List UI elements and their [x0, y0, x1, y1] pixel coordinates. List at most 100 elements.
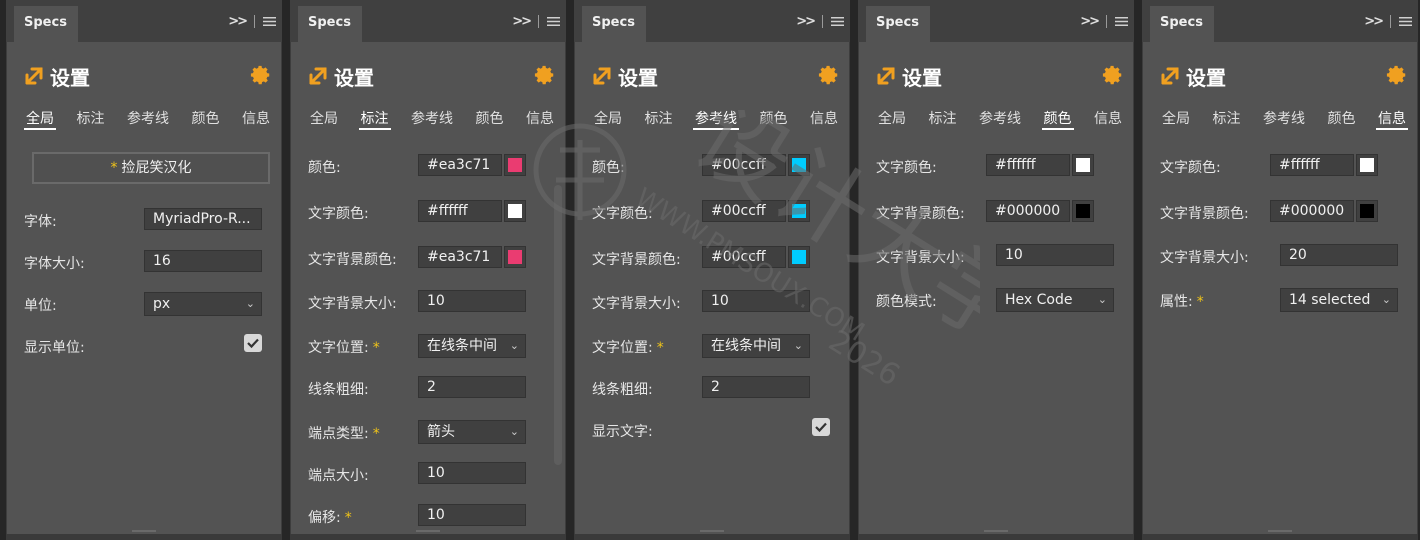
color-input[interactable]: #00ccff [702, 154, 786, 176]
checkbox[interactable] [244, 334, 262, 352]
subtab-0[interactable]: 全局 [1160, 108, 1192, 130]
tab-specs[interactable]: Specs [1150, 6, 1214, 42]
color-swatch[interactable] [504, 154, 526, 176]
text-input[interactable]: 2 [702, 376, 810, 398]
subtab-2[interactable]: 参考线 [977, 108, 1023, 130]
setting-row: 文字背景颜色: #ea3c71 [308, 246, 556, 270]
subtab-4[interactable]: 信息 [240, 108, 272, 130]
color-swatch[interactable] [1356, 200, 1378, 222]
localize-button[interactable]: * 捡屁笑汉化 [32, 152, 270, 184]
menu-icon[interactable] [547, 16, 560, 27]
checkbox[interactable] [812, 418, 830, 436]
collapse-icon[interactable]: >> [1080, 14, 1100, 29]
subtab-2[interactable]: 参考线 [1261, 108, 1307, 130]
tabbar-controls: >> [796, 12, 844, 30]
subtab-0[interactable]: 全局 [876, 108, 908, 130]
menu-icon[interactable] [1399, 16, 1412, 27]
text-input[interactable]: 20 [1280, 244, 1398, 266]
color-swatch[interactable] [1072, 200, 1094, 222]
subtab-3[interactable]: 颜色 [758, 108, 790, 130]
gear-icon[interactable] [818, 64, 840, 90]
color-swatch[interactable] [788, 154, 810, 176]
collapse-icon[interactable]: >> [1364, 14, 1384, 29]
tab-specs[interactable]: Specs [298, 6, 362, 42]
text-input[interactable]: MyriadPro-R... [144, 208, 262, 230]
scrollbar[interactable] [554, 185, 562, 465]
dropdown-select[interactable]: 14 selected ⌄ [1280, 288, 1398, 312]
dropdown-select[interactable]: 在线条中间 ⌄ [418, 334, 526, 358]
subtab-1[interactable]: 标注 [643, 108, 675, 130]
subtab-3[interactable]: 颜色 [474, 108, 506, 130]
text-input[interactable]: 10 [996, 244, 1114, 266]
collapse-icon[interactable]: >> [512, 14, 532, 29]
color-swatch[interactable] [1072, 154, 1094, 176]
color-input[interactable]: #ffffff [986, 154, 1070, 176]
color-swatch[interactable] [504, 200, 526, 222]
subtab-2[interactable]: 参考线 [125, 108, 171, 130]
subtab-3[interactable]: 颜色 [1326, 108, 1358, 130]
text-input[interactable]: 16 [144, 250, 262, 272]
subtab-3[interactable]: 颜色 [1041, 108, 1074, 130]
setting-label: 颜色模式: [876, 291, 937, 311]
color-swatch[interactable] [788, 200, 810, 222]
resize-grip[interactable] [984, 530, 1008, 532]
setting-label: 颜色: [308, 157, 341, 177]
menu-icon[interactable] [263, 16, 276, 27]
color-input[interactable]: #00ccff [702, 200, 786, 222]
text-input[interactable]: 10 [418, 290, 526, 312]
subtab-0[interactable]: 全局 [24, 108, 56, 130]
color-input[interactable]: #ea3c71 [418, 246, 502, 268]
subtab-1[interactable]: 标注 [358, 108, 391, 130]
setting-label: 文字背景大小: [876, 247, 965, 267]
color-input[interactable]: #ffffff [1270, 154, 1354, 176]
panel-bottom-bar [6, 534, 282, 540]
color-input[interactable]: #00ccff [702, 246, 786, 268]
text-input[interactable]: 10 [702, 290, 810, 312]
subtab-2[interactable]: 参考线 [409, 108, 455, 130]
dropdown-select[interactable]: Hex Code ⌄ [996, 288, 1114, 312]
color-swatch[interactable] [788, 246, 810, 268]
text-input[interactable]: 10 [418, 462, 526, 484]
separator [1106, 14, 1107, 28]
subtab-4[interactable]: 信息 [1092, 108, 1124, 130]
subtab-4[interactable]: 信息 [808, 108, 840, 130]
tab-specs[interactable]: Specs [14, 6, 78, 42]
chevron-down-icon: ⌄ [509, 339, 519, 352]
collapse-icon[interactable]: >> [796, 14, 816, 29]
tab-specs[interactable]: Specs [866, 6, 930, 42]
color-input[interactable]: #000000 [986, 200, 1070, 222]
color-input[interactable]: #000000 [1270, 200, 1354, 222]
text-input[interactable]: 2 [418, 376, 526, 398]
text-input[interactable]: 10 [418, 504, 526, 526]
menu-icon[interactable] [1115, 16, 1128, 27]
color-swatch[interactable] [504, 246, 526, 268]
subtab-2[interactable]: 参考线 [693, 108, 739, 130]
subtab-4[interactable]: 信息 [1376, 108, 1408, 130]
subtab-1[interactable]: 标注 [1211, 108, 1243, 130]
tab-specs[interactable]: Specs [582, 6, 646, 42]
subtab-4[interactable]: 信息 [524, 108, 556, 130]
gear-icon[interactable] [1386, 64, 1408, 90]
dropdown-select[interactable]: 箭头 ⌄ [418, 420, 526, 444]
subtab-1[interactable]: 标注 [927, 108, 959, 130]
color-swatch[interactable] [1356, 154, 1378, 176]
resize-grip[interactable] [132, 530, 156, 532]
color-input[interactable]: #ea3c71 [418, 154, 502, 176]
gear-icon[interactable] [250, 64, 272, 90]
color-input[interactable]: #ffffff [418, 200, 502, 222]
resize-grip[interactable] [1268, 530, 1292, 532]
subtab-1[interactable]: 标注 [75, 108, 107, 130]
subtab-0[interactable]: 全局 [592, 108, 624, 130]
gear-icon[interactable] [534, 64, 556, 90]
dropdown-select[interactable]: px ⌄ [144, 292, 262, 316]
subtab-3[interactable]: 颜色 [190, 108, 222, 130]
gear-icon[interactable] [1102, 64, 1124, 90]
collapse-icon[interactable]: >> [228, 14, 248, 29]
resize-grip[interactable] [700, 530, 724, 532]
setting-label: 文字背景大小: [592, 293, 681, 313]
subtab-0[interactable]: 全局 [308, 108, 340, 130]
resize-grip[interactable] [416, 530, 440, 532]
menu-icon[interactable] [831, 16, 844, 27]
setting-label: 文字背景颜色: [876, 203, 965, 223]
dropdown-select[interactable]: 在线条中间 ⌄ [702, 334, 810, 358]
